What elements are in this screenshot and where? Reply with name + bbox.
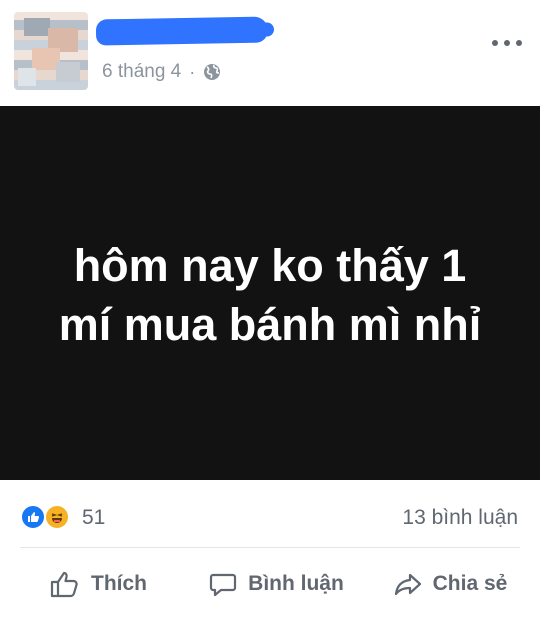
post-header: 6 tháng 4 · — [0, 0, 540, 105]
share-button[interactable]: Chia sẻ — [364, 562, 536, 606]
divider — [20, 547, 520, 548]
post-actions: Thích Bình luận Chia sẻ — [0, 562, 540, 606]
meta-separator: · — [189, 62, 196, 82]
post-image-text: hôm nay ko thấy 1 mí mua bánh mì nhỉ — [58, 240, 482, 350]
comment-count[interactable]: 13 bình luận — [402, 506, 518, 530]
like-label: Thích — [91, 572, 147, 595]
comment-label: Bình luận — [248, 572, 344, 595]
reaction-count[interactable]: 51 — [82, 506, 105, 530]
share-icon — [393, 569, 423, 599]
reactions-summary: 51 13 bình luận — [0, 494, 540, 538]
like-button[interactable]: Thích — [8, 562, 188, 606]
thumbs-up-icon — [49, 568, 81, 600]
comment-icon — [208, 569, 238, 599]
avatar[interactable] — [14, 12, 88, 90]
reaction-icons[interactable] — [20, 504, 76, 530]
more-options-icon[interactable] — [492, 34, 522, 52]
share-label: Chia sẻ — [432, 572, 508, 595]
globe-icon — [203, 63, 221, 81]
like-reaction-icon — [20, 504, 46, 530]
author-name-redacted[interactable] — [95, 16, 269, 46]
post-text-image[interactable]: hôm nay ko thấy 1 mí mua bánh mì nhỉ — [0, 106, 540, 480]
comment-button[interactable]: Bình luận — [188, 562, 364, 606]
post-date[interactable]: 6 tháng 4 — [102, 61, 181, 83]
post-meta: 6 tháng 4 · — [102, 61, 221, 83]
haha-reaction-icon — [44, 504, 70, 530]
